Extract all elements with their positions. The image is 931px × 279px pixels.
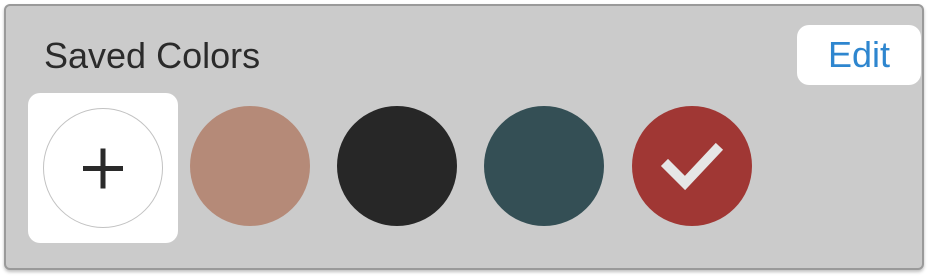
color-swatch[interactable] xyxy=(484,106,604,226)
add-color-button[interactable] xyxy=(28,93,178,243)
color-swatch[interactable] xyxy=(190,106,310,226)
checkmark-icon xyxy=(660,142,724,191)
edit-button[interactable]: Edit xyxy=(797,25,921,85)
saved-colors-panel: Saved Colors Edit xyxy=(4,4,924,270)
color-swatch[interactable] xyxy=(337,106,457,226)
color-swatch-selected[interactable] xyxy=(632,106,752,226)
add-color-circle xyxy=(43,108,163,228)
panel-title: Saved Colors xyxy=(44,35,261,76)
plus-icon xyxy=(83,148,123,189)
